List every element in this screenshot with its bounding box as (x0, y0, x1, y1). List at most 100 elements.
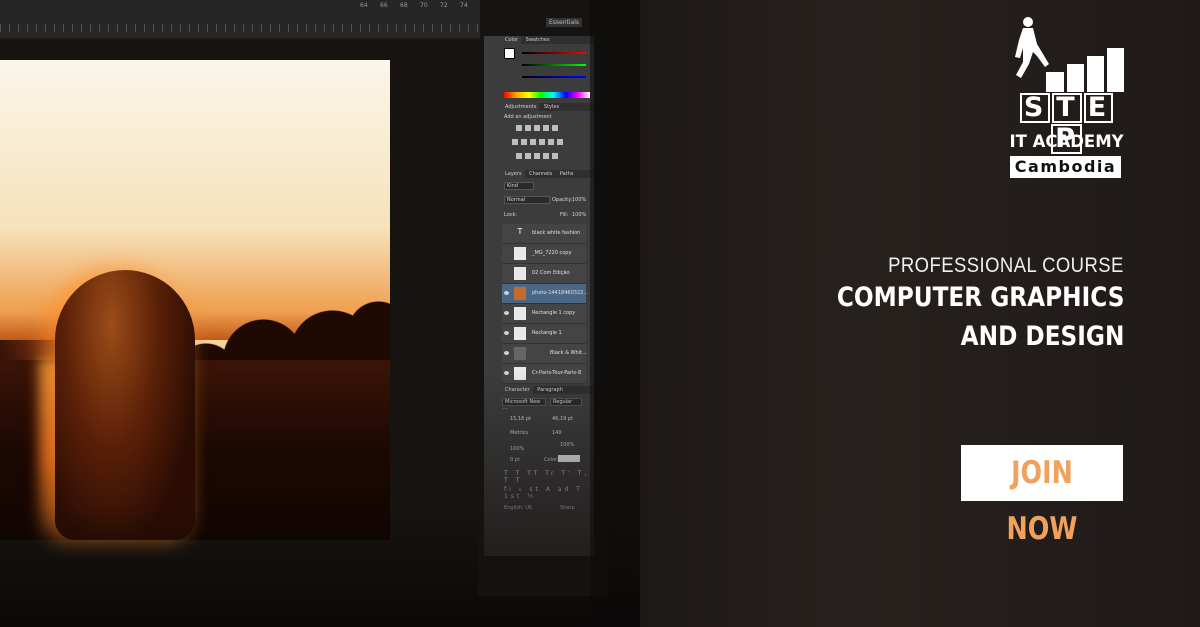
ps-workspace-label: Essentials (546, 18, 583, 27)
ps-layer: _MG_7220 copy (502, 244, 586, 264)
ps-opacity-label: Opacity: (552, 197, 573, 203)
ps-hscale: 100% (560, 442, 575, 448)
logo-letter: E (1083, 93, 1114, 123)
ruler-ticks (0, 24, 480, 32)
sunset-photo (0, 60, 390, 540)
ruler-number: 66 (380, 2, 388, 9)
ps-layer-thumb (514, 247, 526, 260)
ruler-number: 68 (400, 2, 408, 9)
ps-font-size: 15,16 pt (510, 416, 532, 422)
step-it-academy-logo: S T EP IT ACADEMY Cambodia (1009, 14, 1124, 182)
logo-cambodia-text: Cambodia (1010, 156, 1121, 178)
ps-kerning: Metrics (510, 430, 529, 436)
curves-icon (534, 125, 540, 131)
ps-layer: Cr-Paris-Tour-Paris-8 (502, 364, 586, 384)
ps-baseline: 0 pt (510, 457, 520, 463)
ps-fill-label: Fill: (560, 212, 569, 218)
ps-adjust-icons-3 (516, 153, 561, 161)
ps-type-layer-icon: T (514, 227, 526, 240)
ps-adjust-icons-2 (512, 139, 566, 147)
banner: 64 66 68 70 72 74 Color Swatches Adjustments … (0, 0, 1200, 627)
ps-tab-swatches: Swatches (525, 37, 550, 43)
ps-blue-slider (522, 76, 586, 78)
ps-char-tabs: Character Paragraph (502, 386, 594, 394)
vibrance-icon (552, 125, 558, 131)
ps-adjust-heading: Add an adjustment (504, 114, 552, 120)
ps-color-tabs: Color Swatches (502, 36, 594, 44)
ps-lock-label: Lock: (504, 212, 518, 218)
brightness-icon (516, 125, 522, 131)
ps-layer-name: Rectangle 1 (532, 330, 562, 336)
ps-layer-name: 02 Com Edição (532, 270, 570, 276)
ps-adjust-tabs: Adjustments Styles (502, 103, 594, 111)
ps-layer-thumb (514, 267, 526, 280)
staircase-climber-icon (1015, 17, 1124, 92)
ps-layer-name: _MG_7220 copy (532, 250, 572, 256)
ps-layer-selected: photo-14418460322... (502, 284, 589, 304)
logo-letter: S (1019, 93, 1051, 123)
ps-layer: Rectangle 1 copy (502, 304, 586, 324)
ps-tab-paragraph: Paragraph (537, 387, 563, 393)
lookup-icon (557, 139, 563, 145)
hue-icon (512, 139, 518, 145)
bw-icon (530, 139, 536, 145)
course-pretitle: PROFESSIONAL COURSE (888, 254, 1124, 277)
ps-antialias: Sharp (560, 505, 575, 511)
ps-tab-color: Color (502, 36, 522, 44)
ruler-number: 64 (360, 2, 368, 9)
gradient-map-icon (543, 153, 549, 159)
invert-icon (516, 153, 522, 159)
ps-tab-styles: Styles (543, 104, 560, 110)
join-now-button[interactable]: JOIN NOW (961, 445, 1123, 547)
ps-font-label: Microsoft New ... (503, 399, 541, 411)
ps-layer-name: Rectangle 1 copy (532, 310, 576, 316)
ps-font-style: Regular (550, 398, 582, 406)
ps-tab-layers: Layers (502, 170, 525, 178)
ps-kind-label: Kind (507, 183, 519, 189)
ps-tab-character: Character (502, 386, 533, 394)
ps-language: English: UK (504, 505, 533, 511)
ps-layer: Black & Whit... (502, 344, 587, 364)
ps-fill-value: 100% (572, 212, 587, 218)
ps-adjust-icons-1 (516, 125, 561, 133)
eye-icon (504, 351, 509, 355)
posterize-icon (525, 153, 531, 159)
eye-icon (504, 291, 509, 295)
ps-tab-paths: Paths (559, 171, 574, 177)
photo-person-silhouette (55, 270, 195, 540)
ps-layer-name: Cr-Paris-Tour-Paris-8 (532, 370, 582, 376)
threshold-icon (534, 153, 540, 159)
color-balance-icon (521, 139, 527, 145)
photo-filter-icon (539, 139, 545, 145)
ps-layers-tabs: Layers Channels Paths (502, 170, 594, 178)
ruler-number: 70 (420, 2, 428, 9)
ruler-number: 74 (460, 2, 468, 9)
ps-font-family: Microsoft New ... (502, 398, 546, 411)
ps-layer: Rectangle 1 (502, 324, 586, 344)
ps-ruler: 64 66 68 70 72 74 (0, 0, 480, 40)
ps-layer-name: Black & Whit... (550, 350, 587, 356)
ps-text-color-swatch (558, 455, 580, 462)
logo-letter: T (1052, 93, 1082, 123)
ps-layer: 02 Com Edição (502, 264, 586, 284)
ps-opacity-value: 100% (572, 197, 587, 203)
eye-icon (504, 331, 509, 335)
logo-academy-text: IT ACADEMY (1009, 132, 1124, 151)
eye-icon (504, 311, 509, 315)
ps-green-slider (522, 64, 586, 66)
ps-tab-adjustments: Adjustments (502, 103, 540, 111)
ps-layer-name: black white fashion (532, 230, 581, 236)
ps-color-label: Color: (544, 457, 559, 463)
ps-layer-name: photo-14418460322... (532, 290, 589, 296)
ps-layer-thumb (514, 367, 526, 380)
ps-tracking: 140 (552, 430, 562, 436)
ps-layer-thumb (514, 347, 526, 360)
ps-leading: 46,19 pt (552, 416, 574, 422)
ps-blend-label: Normal (507, 197, 526, 203)
selective-color-icon (552, 153, 558, 159)
ps-glyph-row: T T TT Tr T' T, T T (504, 470, 590, 484)
ps-glyph-row: fi ℴ st A ad T 1st ½ (504, 486, 583, 500)
course-title-line2: AND DESIGN (960, 321, 1124, 352)
ps-layer: Tblack white fashion (502, 224, 586, 244)
ps-layer-thumb (514, 307, 526, 320)
